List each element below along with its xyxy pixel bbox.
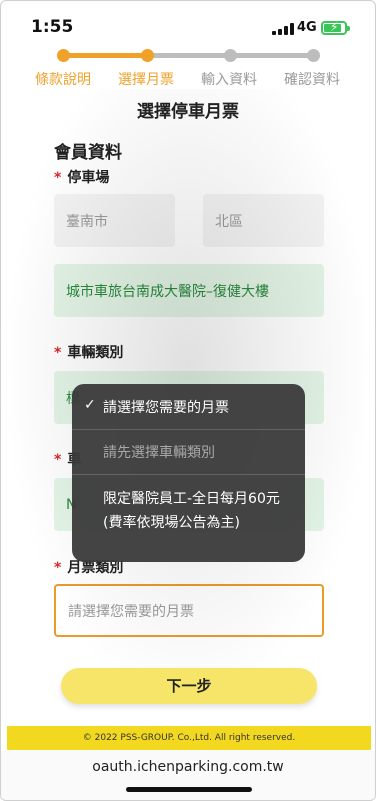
- parking-lot-label-text: 停車場: [67, 170, 110, 186]
- dropdown-option-disabled: 請先選擇車輛類別: [72, 429, 305, 473]
- step-dot-1: [57, 49, 70, 62]
- dropdown-option-staff-ticket[interactable]: 限定醫院員工-全日每月60元 (費率依現場公告為主): [72, 474, 305, 562]
- vehicle-type-label-text: 車輛類別: [67, 345, 124, 361]
- step-label-select-ticket: 選擇月票: [118, 72, 174, 88]
- required-mark: *: [54, 560, 62, 576]
- progress-stepper: 條款說明 選擇月票 輸入資料 確認資料: [1, 47, 375, 89]
- parking-lot-label: * 停車場: [54, 167, 109, 187]
- monthly-ticket-select[interactable]: 請選擇您需要的月票: [54, 584, 324, 637]
- dropdown-option-label: 限定醫院員工-全日每月60元 (費率依現場公告為主): [103, 491, 280, 531]
- home-indicator[interactable]: [126, 787, 252, 792]
- member-section-title: 會員資料: [54, 143, 122, 163]
- step-label-confirm: 確認資料: [284, 72, 340, 88]
- step-dot-4: [307, 49, 320, 62]
- step-label-input: 輸入資料: [201, 72, 257, 88]
- step-dot-3: [224, 49, 237, 62]
- next-button[interactable]: 下一步: [61, 668, 317, 704]
- required-mark: *: [54, 345, 62, 361]
- required-mark: *: [54, 452, 62, 468]
- page-title: 選擇停車月票: [137, 102, 239, 122]
- browser-url-bar[interactable]: oauth.ichenparking.com.tw: [1, 751, 375, 800]
- step-dot-2: [141, 49, 154, 62]
- city-select[interactable]: 臺南市: [54, 194, 175, 247]
- dropdown-option-label: 請先選擇車輛類別: [103, 445, 215, 461]
- url-text: oauth.ichenparking.com.tw: [92, 759, 284, 775]
- signal-bars-icon: [272, 23, 294, 35]
- step-track-done: [63, 53, 148, 58]
- parking-lot-select[interactable]: 城市車旅台南成大醫院–復健大樓: [54, 264, 324, 317]
- status-bar: 1:55 4G ⚡: [1, 1, 375, 47]
- required-mark: *: [54, 170, 62, 186]
- app-frame: 1:55 4G ⚡ 條款說明 選擇月票 輸入資料 確認資料 選擇停車月票 會員資…: [0, 0, 376, 801]
- checkmark-icon: ✓: [84, 397, 96, 413]
- step-label-terms: 條款說明: [35, 72, 91, 88]
- vehicle-type-label: * 車輛類別: [54, 342, 123, 362]
- monthly-ticket-dropdown-menu[interactable]: ✓ 請選擇您需要的月票 請先選擇車輛類別 限定醫院員工-全日每月60元 (費率依…: [72, 384, 305, 562]
- network-label: 4G: [297, 20, 317, 35]
- footer-copyright: © 2022 PSS-GROUP. Co.,Ltd. All right res…: [7, 726, 371, 750]
- dropdown-option-label: 請選擇您需要的月票: [103, 400, 229, 416]
- dropdown-option-placeholder[interactable]: ✓ 請選擇您需要的月票: [72, 397, 305, 427]
- monthly-ticket-label-text: 月票類別: [67, 560, 124, 576]
- battery-charging-icon: ⚡: [321, 20, 350, 35]
- district-select[interactable]: 北區: [203, 194, 324, 247]
- status-time: 1:55: [31, 17, 74, 37]
